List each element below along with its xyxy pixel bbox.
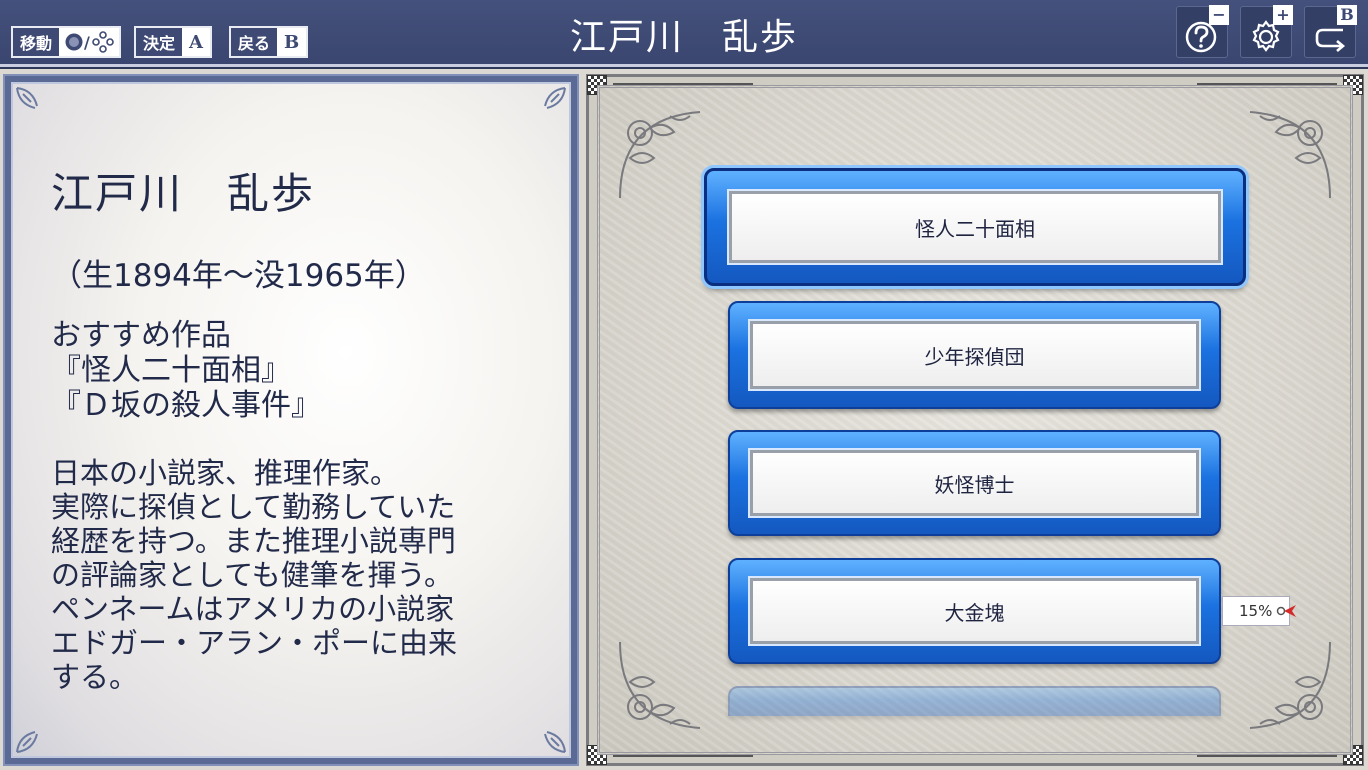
author-description: 日本の小説家、推理作家。 実際に探偵として勤務していた 経歴を持つ。また推理小説… xyxy=(51,456,457,694)
work-option-4[interactable]: 大金塊 xyxy=(728,558,1221,664)
top-bar: 移動 / 決定 A 戻る B 江戸川 乱歩 − + B xyxy=(0,0,1368,67)
author-info-panel: 江戸川 乱歩 （生1894年～没1965年） おすすめ作品 『怪人二十面相』 『… xyxy=(3,74,579,766)
description-line: 実際に探偵として勤務していた xyxy=(51,490,456,524)
work-option-next-partial xyxy=(728,686,1221,716)
recommended-work: 『怪人二十面相』 xyxy=(51,353,291,388)
help-button[interactable]: − xyxy=(1176,5,1229,58)
work-title: 少年探偵団 xyxy=(748,319,1201,391)
page-title: 江戸川 乱歩 xyxy=(569,17,798,58)
floral-ornament-icon xyxy=(619,641,701,729)
recommended-work: 『Ｄ坂の殺人事件』 xyxy=(51,388,321,423)
bookmark-pin-icon xyxy=(1276,605,1296,617)
author-info-card: 江戸川 乱歩 （生1894年～没1965年） おすすめ作品 『怪人二十面相』 『… xyxy=(11,82,571,758)
corner-ornament-icon xyxy=(544,87,566,109)
corner-ornament-icon xyxy=(544,731,566,753)
corner-ornament-icon xyxy=(16,731,38,753)
work-title: 妖怪博士 xyxy=(748,448,1201,518)
corner-ornament-icon xyxy=(16,87,38,109)
description-line: する。 xyxy=(51,660,139,694)
author-name: 江戸川 乱歩 xyxy=(51,169,316,218)
back-button[interactable]: B xyxy=(1304,5,1357,58)
work-option-2[interactable]: 少年探偵団 xyxy=(728,301,1221,409)
floral-ornament-icon xyxy=(1249,111,1331,199)
description-line: の評論家としても健筆を揮う。 xyxy=(51,558,453,592)
recommended-heading: おすすめ作品 xyxy=(51,318,231,353)
work-option-1[interactable]: 怪人二十面相 xyxy=(704,168,1246,286)
work-title: 大金塊 xyxy=(748,576,1201,646)
progress-value: 15% xyxy=(1239,602,1273,620)
recommended-works: おすすめ作品 『怪人二十面相』 『Ｄ坂の殺人事件』 xyxy=(51,318,321,423)
work-option-3[interactable]: 妖怪博士 xyxy=(728,430,1221,536)
gear-icon xyxy=(1252,20,1280,52)
return-icon xyxy=(1315,28,1346,52)
description-line: 経歴を持つ。また推理小説専門 xyxy=(51,524,456,558)
author-lifespan: （生1894年～没1965年） xyxy=(51,258,426,294)
description-line: ペンネームはアメリカの小説家 xyxy=(51,592,455,626)
settings-button[interactable]: + xyxy=(1240,5,1293,58)
work-title: 怪人二十面相 xyxy=(727,189,1223,265)
floral-ornament-icon xyxy=(1249,641,1331,729)
description-line: エドガー・アラン・ポーに由来 xyxy=(51,626,458,660)
help-icon xyxy=(1185,21,1217,53)
description-line: 日本の小説家、推理作家。 xyxy=(51,456,400,490)
